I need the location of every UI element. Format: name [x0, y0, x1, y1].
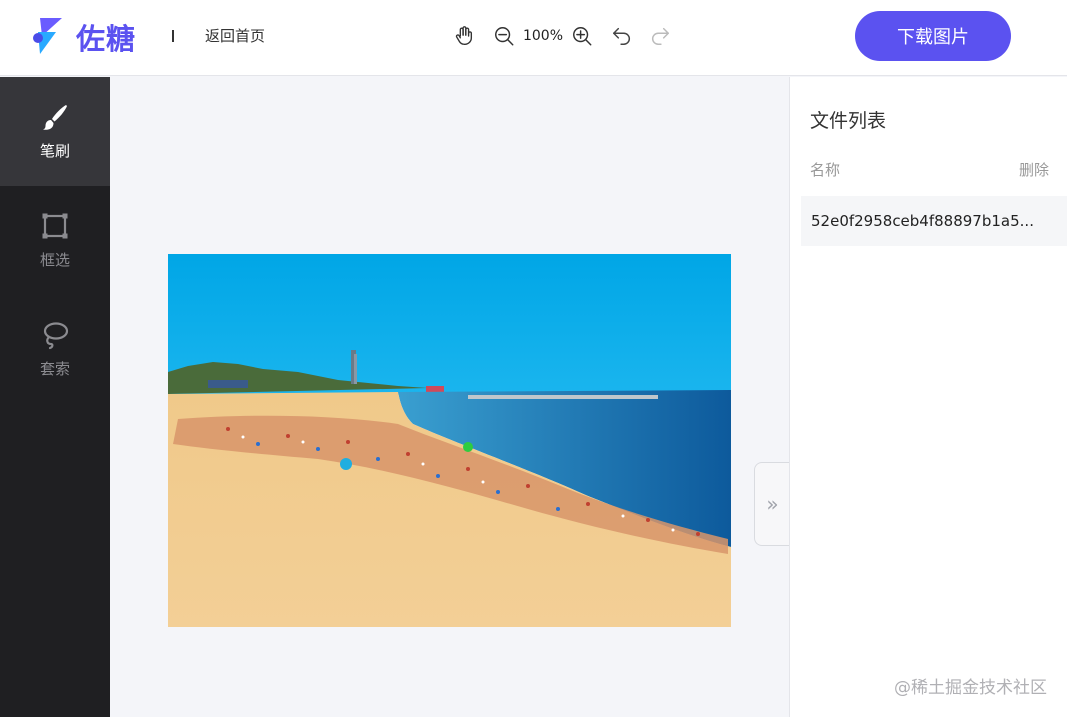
top-header: 佐糖 返回首页 100% 下载图片: [0, 0, 1067, 76]
sidebar-item-rect-select[interactable]: 框选: [0, 186, 110, 295]
header-divider: [172, 30, 174, 42]
brand-name: 佐糖: [76, 22, 137, 56]
sidebar-item-brush[interactable]: 笔刷: [0, 77, 110, 186]
redo-button[interactable]: [647, 23, 673, 49]
brush-icon: [43, 105, 67, 130]
beach-photo[interactable]: [168, 254, 731, 627]
hand-icon: [455, 26, 473, 45]
list-item[interactable]: 52e0f2958ceb4f88897b1a5...: [801, 196, 1067, 246]
file-list-panel: 文件列表 名称 删除 52e0f2958ceb4f88897b1a5...: [789, 77, 1067, 717]
sidebar-item-lasso[interactable]: 套索: [0, 295, 110, 404]
zoom-out-icon: [495, 27, 514, 46]
panel-title: 文件列表: [810, 110, 887, 132]
canvas-toolbar: 100%: [451, 22, 673, 50]
undo-icon: [613, 27, 630, 45]
column-header-name: 名称: [810, 161, 841, 179]
editing-canvas[interactable]: »: [110, 77, 790, 717]
sidebar-item-label: 笔刷: [39, 142, 70, 160]
logo-icon: [33, 18, 62, 54]
double-chevron-right-icon: »: [766, 492, 779, 516]
back-home-link[interactable]: 返回首页: [205, 25, 265, 46]
zoom-in-icon: [573, 27, 592, 46]
watermark: @稀土掘金技术社区: [894, 678, 1047, 698]
zoom-in-button[interactable]: [569, 23, 595, 49]
download-image-button[interactable]: 下载图片: [855, 11, 1011, 61]
zoom-level: 100%: [522, 28, 564, 44]
rectangle-select-icon: [42, 213, 68, 239]
zoom-out-button[interactable]: [491, 23, 517, 49]
hand-tool-button[interactable]: [451, 23, 477, 49]
lasso-icon: [43, 322, 69, 350]
tool-sidebar: 笔刷 框选 套索: [0, 77, 110, 717]
sidebar-item-label: 套索: [39, 360, 70, 378]
file-name: 52e0f2958ceb4f88897b1a5...: [811, 212, 1034, 230]
column-header-delete: 删除: [1018, 161, 1049, 179]
sidebar-item-label: 框选: [39, 251, 70, 269]
redo-icon: [652, 27, 669, 45]
undo-button[interactable]: [609, 23, 635, 49]
collapse-panel-toggle[interactable]: »: [754, 462, 790, 546]
